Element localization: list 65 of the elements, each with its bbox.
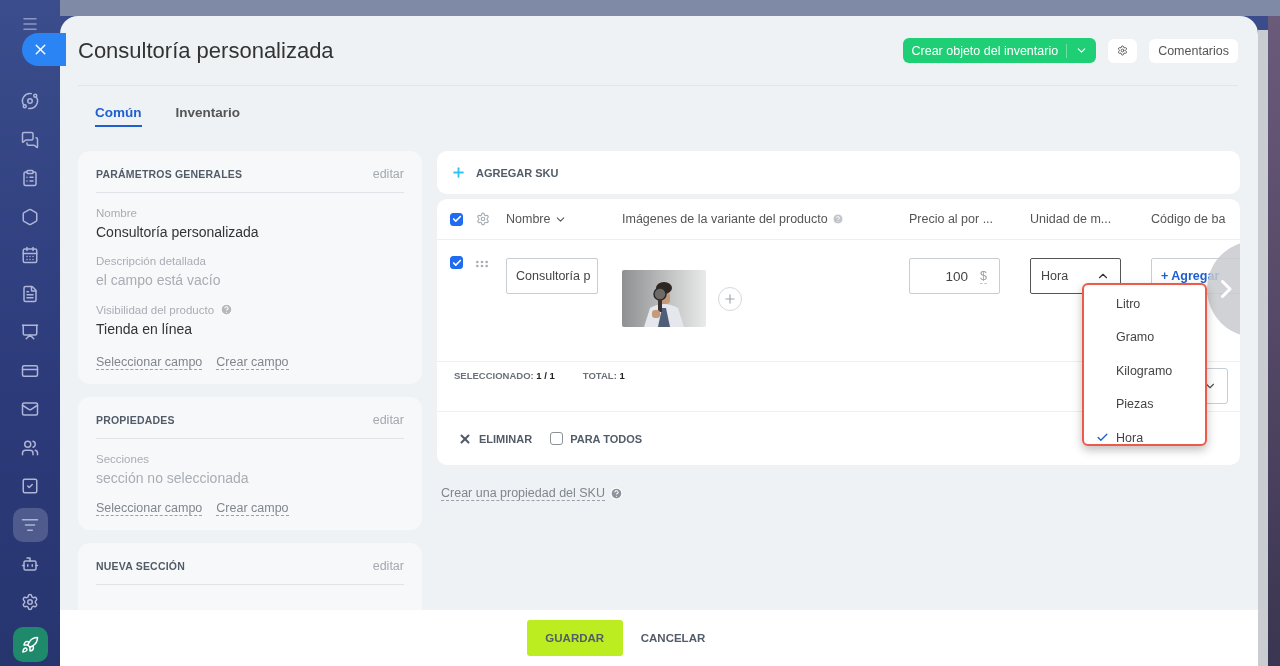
users-icon [21,438,39,457]
field-label: Visibilidad del producto [96,303,215,316]
chevron-icon [1221,280,1232,298]
field-value: sección no seleccionada [96,470,250,486]
rocket-icon [21,635,39,654]
dropdown-option[interactable]: Gramo [1084,320,1205,354]
field-link[interactable]: Crear campo [216,355,289,370]
tab[interactable]: Inventario [175,105,240,127]
field-value: Tienda en línea [96,321,193,337]
section-title: PROPIEDADES [96,414,175,426]
scrollbar[interactable] [1258,30,1268,666]
add-sku-bar[interactable]: AGREGAR SKU [437,151,1240,194]
checkbox-icon [21,477,39,496]
rocket-button[interactable] [12,627,48,662]
chat-icon [21,130,39,149]
column-header[interactable]: Nombre [506,212,622,226]
help-icon[interactable] [610,487,623,500]
mail-icon [21,400,39,419]
field-value: Consultoría personalizada [96,224,260,240]
checkbox-label[interactable]: PARA TODOS [570,432,643,445]
column-header[interactable]: Imágenes de la variante del producto [622,212,909,226]
settings-icon [1117,43,1129,58]
dropdown-option[interactable]: Piezas [1084,387,1205,421]
column-header[interactable]: Unidad de m... [1030,212,1151,226]
selected-count: SELECCIONADO: 1 / 1 [454,370,555,383]
comments-button[interactable]: Comentarios [1149,38,1238,63]
sidebar-item[interactable] [12,507,48,543]
close-button[interactable] [22,33,66,66]
delete-button[interactable]: ELIMINAR [458,431,533,446]
column-header[interactable]: Precio al por ... [909,212,1030,226]
field-value: el campo está vacío [96,272,222,288]
hexagon-icon [21,207,39,226]
robot-icon [21,554,39,573]
tab[interactable]: Común [95,105,142,127]
field-label: Secciones [96,453,150,465]
section-title: PARÁMETROS GENERALES [96,168,243,180]
column-header[interactable]: Código de ba [1151,212,1240,226]
total-count: TOTAL: 1 [582,370,625,383]
settings-icon [21,593,39,612]
field-link[interactable]: Crear campo [216,501,289,516]
settings-button[interactable] [1108,38,1138,63]
field-label: Descripción detallada [96,255,206,267]
checkbox[interactable] [550,432,564,445]
cancel-button[interactable]: CANCELAR [634,631,712,645]
section-title: NUEVA SECCIÓN [96,560,185,572]
checkbox[interactable] [450,212,463,226]
save-button[interactable]: GUARDAR [526,620,623,656]
dropdown-option[interactable]: Kilogramo [1084,354,1205,388]
price-field[interactable]: 100 $ [909,258,1000,294]
name-field[interactable]: Consultoría p [506,258,598,294]
orbit-icon [21,92,39,110]
field-link[interactable]: Seleccionar campo [96,355,203,370]
add-sku-label: AGREGAR SKU [476,166,559,179]
clipboard-icon [21,169,39,188]
close-icon [458,431,472,446]
page-title: Consultoría personalizada [78,37,335,64]
field-label: Nombre [96,207,137,219]
plus-icon [723,291,737,306]
presentation-icon [21,323,39,342]
field-link[interactable]: Seleccionar campo [96,501,203,516]
document-icon [21,284,39,303]
plus-icon [451,165,466,180]
checkbox[interactable] [450,256,463,269]
calendar-icon [21,246,39,265]
dropdown-option[interactable]: Hora [1084,421,1205,455]
